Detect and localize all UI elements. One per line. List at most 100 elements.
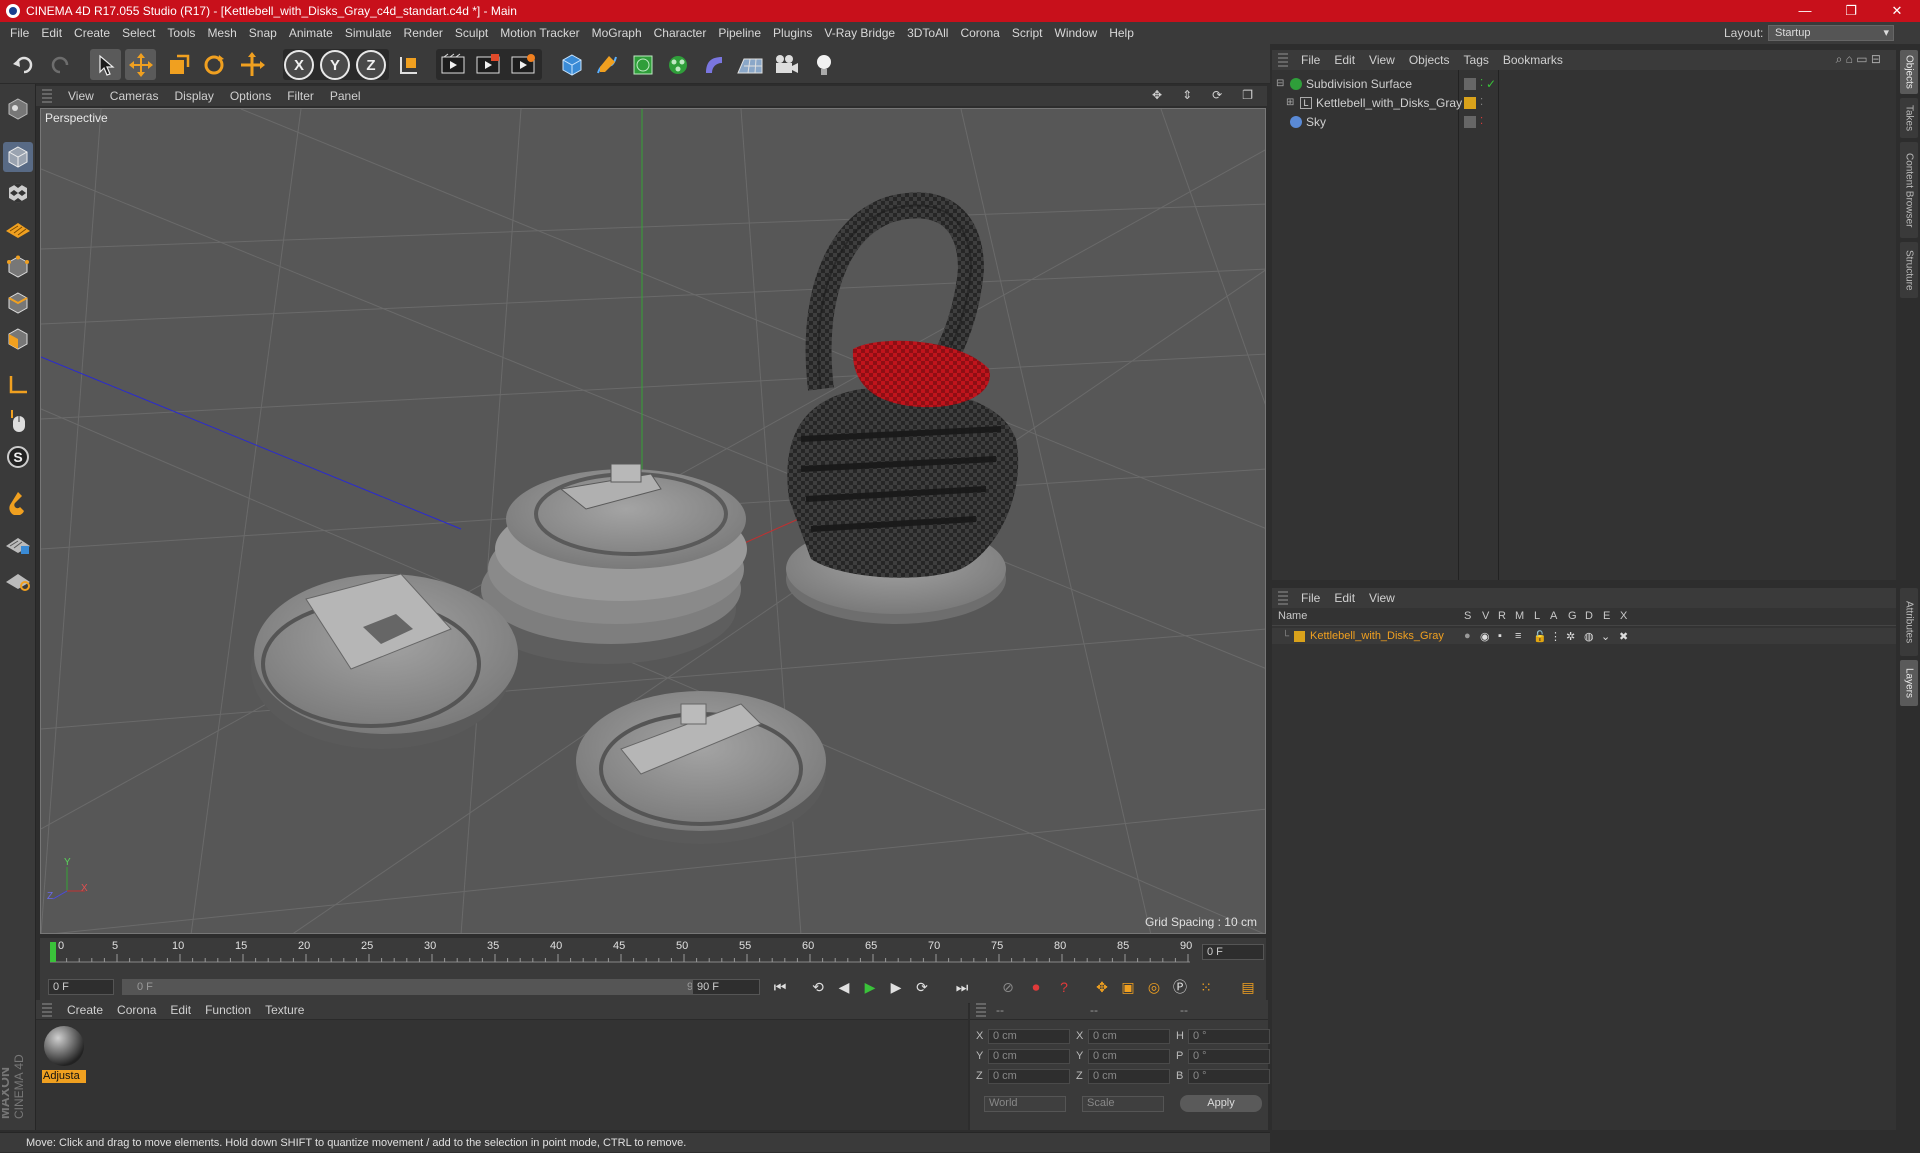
x-axis-lock-button[interactable]: X — [284, 50, 314, 80]
objects-menu-view[interactable]: View — [1362, 53, 1402, 67]
magnet-tool-button[interactable] — [3, 488, 33, 518]
tab-content-browser[interactable]: Content Browser — [1900, 142, 1918, 238]
menu-motion-tracker[interactable]: Motion Tracker — [494, 26, 585, 40]
panel-grip[interactable] — [1278, 53, 1288, 67]
layer-color-icon[interactable] — [1464, 96, 1476, 109]
rotate-tool-button[interactable] — [198, 49, 229, 80]
material-menu-function[interactable]: Function — [198, 1003, 258, 1017]
menu-animate[interactable]: Animate — [283, 26, 339, 40]
layer-color-swatch[interactable] — [1294, 630, 1305, 642]
panel-grip[interactable] — [1278, 591, 1288, 605]
minimize-button[interactable]: — — [1782, 0, 1828, 22]
viewport-menu-filter[interactable]: Filter — [279, 89, 322, 103]
move-tool-button[interactable] — [125, 49, 156, 80]
collapse-icon[interactable]: ⊟ — [1276, 78, 1284, 89]
render-icon[interactable]: ▪ — [1498, 630, 1502, 642]
coord-rot-h-field[interactable]: 0 ° — [1188, 1028, 1270, 1044]
layer-row[interactable]: └ Kettlebell_with_Disks_Gray ● ◉ ▪ ≡ 🔓 ⋮… — [1272, 628, 1896, 644]
previous-frame-button[interactable]: ◀ — [832, 975, 856, 999]
visibility-dots-icon[interactable]: ⁚ — [1480, 116, 1483, 127]
menu-mograph[interactable]: MoGraph — [586, 26, 648, 40]
previous-key-button[interactable]: ⟲ — [806, 975, 830, 999]
lock-icon[interactable]: 🔓 — [1533, 630, 1547, 643]
coord-size-z-field[interactable]: 0 cm — [1088, 1068, 1170, 1084]
viewport-maximize-icon[interactable]: ❐ — [1234, 88, 1261, 102]
keyframe-selection-button[interactable]: ? — [1052, 975, 1076, 999]
viewport-menu-options[interactable]: Options — [222, 89, 279, 103]
3d-viewport[interactable]: Perspective Grid Spacing : 10 cm Y X Z — [40, 108, 1266, 934]
camera-button[interactable] — [770, 49, 801, 80]
viewport-menu-cameras[interactable]: Cameras — [102, 89, 167, 103]
search-home-icons[interactable]: ⌕ ⌂ ▭ ⊟ — [1829, 52, 1888, 67]
current-frame-field[interactable]: 0 F — [1202, 944, 1264, 960]
menu-pipeline[interactable]: Pipeline — [712, 26, 767, 40]
view-eye-icon[interactable]: ◉ — [1480, 630, 1490, 643]
enable-axis-button[interactable] — [3, 370, 33, 400]
coordinate-system-button[interactable] — [393, 49, 424, 80]
render-settings-button[interactable] — [507, 49, 538, 80]
snap-button[interactable]: S — [3, 442, 33, 472]
edge-mode-button[interactable] — [3, 288, 33, 318]
coord-rot-p-field[interactable]: 0 ° — [1188, 1048, 1270, 1064]
viewport-menu-display[interactable]: Display — [166, 89, 221, 103]
object-row-subdivision[interactable]: ⊟ Subdivision Surface ⁚ ✓ — [1272, 74, 1896, 93]
menu-3dtoall[interactable]: 3DToAll — [901, 26, 954, 40]
floor-button[interactable] — [734, 49, 765, 80]
menu-tools[interactable]: Tools — [161, 26, 201, 40]
point-mode-button[interactable] — [3, 252, 33, 282]
layer-tag-icon[interactable] — [1464, 115, 1476, 128]
light-button[interactable] — [808, 49, 839, 80]
expand-icon[interactable]: ⊞ — [1286, 97, 1294, 108]
subdivision-surface-button[interactable] — [627, 49, 658, 80]
tab-takes[interactable]: Takes — [1900, 98, 1918, 138]
object-row-sky[interactable]: Sky ⁚ — [1272, 112, 1896, 131]
menu-render[interactable]: Render — [398, 26, 449, 40]
render-to-picture-viewer-button[interactable] — [472, 49, 503, 80]
y-axis-lock-button[interactable]: Y — [320, 50, 350, 80]
go-to-start-button[interactable]: ⏮ — [768, 975, 792, 999]
menu-vray-bridge[interactable]: V-Ray Bridge — [818, 26, 901, 40]
key-position-button[interactable]: ✥ — [1090, 975, 1114, 999]
key-scale-button[interactable]: ▣ — [1116, 975, 1140, 999]
viewport-menu-view[interactable]: View — [60, 89, 102, 103]
go-to-end-button[interactable]: ⏭ — [950, 975, 974, 999]
key-rotation-button[interactable]: ◎ — [1142, 975, 1166, 999]
cube-primitive-button[interactable] — [556, 49, 587, 80]
viewport-dolly-icon[interactable]: ⇕ — [1174, 88, 1200, 102]
objects-menu-bookmarks[interactable]: Bookmarks — [1496, 53, 1570, 67]
layout-select[interactable]: Startup — [1768, 25, 1894, 41]
coord-pos-y-field[interactable]: 0 cm — [988, 1048, 1070, 1064]
workplane-mode-button[interactable] — [3, 214, 33, 244]
menu-help[interactable]: Help — [1103, 26, 1140, 40]
close-button[interactable]: ✕ — [1874, 0, 1920, 22]
panel-grip[interactable] — [42, 89, 52, 103]
live-selection-button[interactable] — [90, 49, 121, 80]
start-frame-field[interactable]: 0 F — [48, 979, 114, 995]
layers-menu-edit[interactable]: Edit — [1327, 591, 1362, 605]
manager-icon[interactable]: ≡ — [1515, 630, 1521, 642]
workplane-lock-button[interactable] — [3, 530, 33, 560]
visibility-dots-icon[interactable]: ⁚ — [1480, 97, 1483, 108]
maximize-button[interactable]: ❐ — [1828, 0, 1874, 22]
model-mode-button[interactable] — [3, 142, 33, 172]
transform-tool-button[interactable] — [236, 49, 267, 80]
scale-tool-button[interactable] — [163, 49, 194, 80]
objects-menu-tags[interactable]: Tags — [1457, 53, 1496, 67]
auto-keying-button[interactable]: ⏺ — [1024, 975, 1048, 999]
menu-simulate[interactable]: Simulate — [339, 26, 398, 40]
next-key-button[interactable]: ⟳ — [910, 975, 934, 999]
tab-layers[interactable]: Layers — [1900, 660, 1918, 706]
coord-pos-x-field[interactable]: 0 cm — [988, 1028, 1070, 1044]
animation-icon[interactable]: ⋮ — [1550, 630, 1561, 643]
objects-menu-edit[interactable]: Edit — [1327, 53, 1362, 67]
end-frame-field[interactable]: 90 F — [692, 979, 760, 995]
apply-button[interactable]: Apply — [1180, 1095, 1262, 1112]
coordinate-mode-select[interactable]: World — [984, 1096, 1066, 1112]
size-mode-select[interactable]: Scale — [1082, 1096, 1164, 1112]
make-editable-button[interactable] — [3, 94, 33, 124]
viewport-rotate-icon[interactable]: ⟳ — [1204, 88, 1230, 102]
workplane-align-button[interactable] — [3, 566, 33, 596]
deformer-icon[interactable]: ◍ — [1584, 630, 1594, 643]
layer-tag-icon[interactable] — [1464, 77, 1476, 90]
objects-menu-file[interactable]: File — [1294, 53, 1327, 67]
